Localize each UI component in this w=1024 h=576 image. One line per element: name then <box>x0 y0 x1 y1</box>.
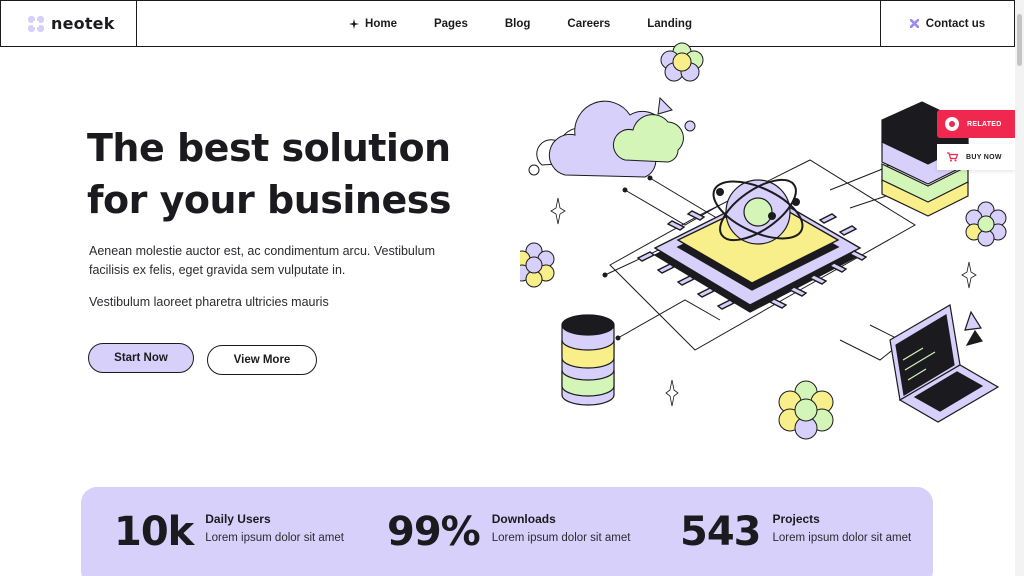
nav-item-label: Careers <box>567 17 611 30</box>
nav-item-home[interactable]: Home <box>349 18 397 30</box>
stat-value: 543 <box>680 509 761 555</box>
database-graphic <box>561 314 615 406</box>
nav-item-label: Home <box>365 17 397 30</box>
hero-description: Aenean molestie auctor est, ac condiment… <box>89 244 436 277</box>
stats-band: 10k Daily Users Lorem ipsum dolor sit am… <box>81 487 933 576</box>
cart-icon <box>947 152 958 162</box>
nav-item-blog[interactable]: Blog <box>505 18 531 30</box>
stat-label: Daily Users <box>205 512 271 526</box>
laptop-graphic <box>889 304 1000 423</box>
brand-logo[interactable]: neotek <box>1 1 137 46</box>
buy-now-button[interactable]: BUY NOW <box>937 144 1015 170</box>
stat-text: Projects Lorem ipsum dolor sit amet <box>773 512 912 544</box>
page-scrollbar[interactable] <box>1015 0 1024 576</box>
related-icon <box>945 117 959 131</box>
cloud-graphic <box>528 96 696 178</box>
stat-value: 99% <box>387 509 481 555</box>
nav-item-label: Blog <box>504 17 531 30</box>
stat-value: 10k <box>114 509 194 555</box>
hero-illustration <box>520 42 1007 440</box>
nav-item-landing[interactable]: Landing <box>647 18 692 30</box>
view-more-button[interactable]: View More <box>207 345 317 375</box>
nav-item-careers[interactable]: Careers <box>567 18 610 30</box>
related-label: RELATED <box>967 120 1002 128</box>
x-mark-icon <box>909 19 919 28</box>
hero-title-line-2: for your business <box>87 178 451 222</box>
stat-text: Daily Users Lorem ipsum dolor sit amet <box>205 512 344 544</box>
logo-icon <box>28 15 44 32</box>
contact-us-label: Contact us <box>925 17 986 30</box>
stat-description: Lorem ipsum dolor sit amet <box>205 532 344 544</box>
sparkle-icon <box>349 18 360 29</box>
scrollbar-thumb[interactable] <box>1017 14 1022 66</box>
stat-text: Downloads Lorem ipsum dolor sit amet <box>492 512 631 544</box>
stat-downloads: 99% Downloads Lorem ipsum dolor sit amet <box>387 487 630 556</box>
related-button[interactable]: RELATED <box>937 110 1015 138</box>
stat-label: Downloads <box>491 512 556 526</box>
stat-daily-users: 10k Daily Users Lorem ipsum dolor sit am… <box>114 487 344 556</box>
brand-name: neotek <box>51 14 115 33</box>
stat-label: Projects <box>772 512 820 526</box>
nav-item-label: Pages <box>433 17 468 30</box>
buy-now-label: BUY NOW <box>966 153 1002 161</box>
stat-description: Lorem ipsum dolor sit amet <box>491 532 631 544</box>
nav-item-pages[interactable]: Pages <box>434 18 468 30</box>
nav-item-label: Landing <box>647 17 692 30</box>
stat-description: Lorem ipsum dolor sit amet <box>772 532 912 544</box>
stat-projects: 543 Projects Lorem ipsum dolor sit amet <box>680 487 911 556</box>
hero-title: The best solution for your business <box>87 122 487 226</box>
hero-subtext: Vestibulum laoreet pharetra ultricies ma… <box>89 295 329 309</box>
start-now-button[interactable]: Start Now <box>88 343 194 373</box>
hero-title-line-1: The best solution <box>87 126 451 170</box>
